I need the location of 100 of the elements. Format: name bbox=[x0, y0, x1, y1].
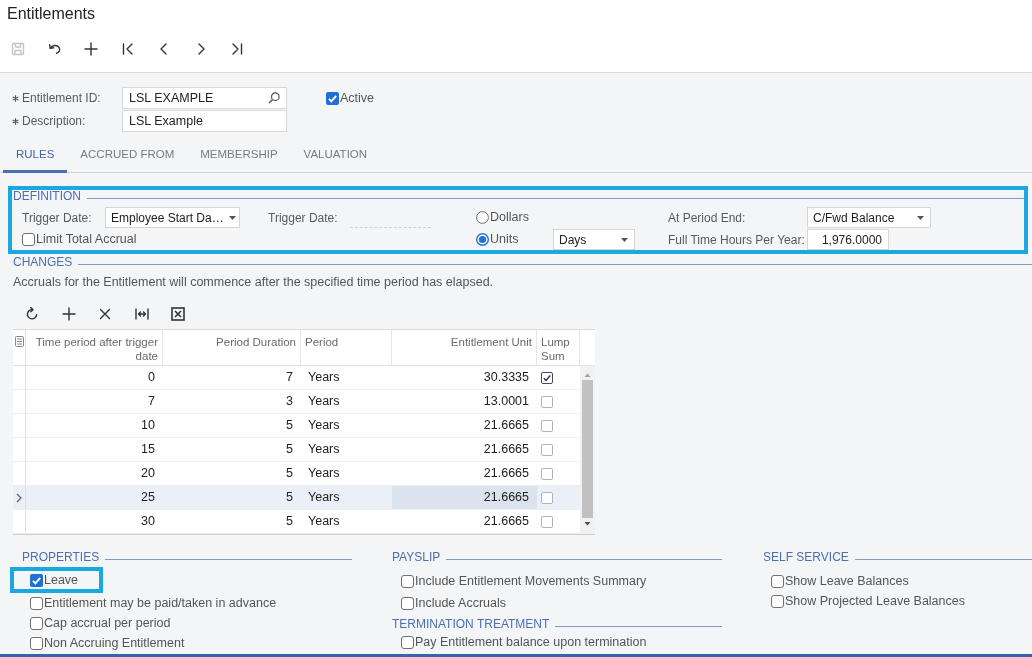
table-cell-text: 13.0001 bbox=[482, 393, 530, 410]
dropdown[interactable]: Employee Start Da… bbox=[105, 207, 240, 228]
checkbox[interactable] bbox=[401, 636, 414, 649]
checkbox[interactable] bbox=[541, 515, 553, 528]
dropdown[interactable]: C/Fwd Balance bbox=[807, 207, 931, 228]
radio-label: Dollars bbox=[490, 209, 529, 227]
radio-button[interactable] bbox=[476, 211, 489, 224]
checkbox[interactable] bbox=[541, 395, 553, 408]
checkbox[interactable] bbox=[541, 443, 553, 456]
page-title: Entitlements bbox=[6, 4, 97, 24]
column-header[interactable]: Entitlement Unit bbox=[392, 330, 537, 365]
table-row[interactable]: 0 7 Years 30.3335 bbox=[13, 366, 580, 390]
input-field[interactable]: 1,976.0000 bbox=[807, 229, 889, 250]
checkbox-label: Non Accruing Entitlement bbox=[44, 634, 185, 652]
table-cell-text: 30 bbox=[140, 513, 156, 530]
chevron-bar-right-icon bbox=[230, 42, 245, 56]
checkbox[interactable] bbox=[541, 419, 553, 432]
checkbox[interactable] bbox=[326, 91, 339, 105]
column-header[interactable]: Time period after trigger date bbox=[26, 330, 163, 365]
radio-label: Units bbox=[490, 231, 519, 249]
table-cell-text: Years bbox=[307, 465, 341, 482]
checkbox-label: Leave bbox=[44, 571, 79, 589]
table-cell-text: 21.6665 bbox=[482, 513, 530, 530]
table-cell-text: 21.6665 bbox=[482, 465, 530, 482]
checkbox-label: Limit Total Accrual bbox=[36, 231, 137, 249]
section-title: DEFINITION bbox=[13, 190, 81, 203]
tab[interactable]: RULES bbox=[3, 140, 68, 173]
caret-icon bbox=[621, 237, 628, 242]
checkbox-label: Show Leave Balances bbox=[785, 572, 909, 590]
tab[interactable]: ACCRUED FROM bbox=[67, 140, 188, 173]
dropdown[interactable]: Days bbox=[553, 229, 635, 250]
checkbox[interactable] bbox=[541, 371, 553, 384]
table-row[interactable]: 20 5 Years 21.6665 bbox=[13, 462, 580, 486]
list-icon[interactable] bbox=[14, 336, 24, 347]
checkbox[interactable] bbox=[30, 596, 43, 610]
lookup-field[interactable]: LSL EXAMPLE bbox=[122, 87, 287, 109]
checkbox-label: Include Accruals bbox=[415, 594, 507, 612]
table-cell-text: 0 bbox=[147, 369, 156, 386]
checkbox[interactable] bbox=[541, 491, 553, 504]
table-cell-text: 3 bbox=[285, 393, 294, 410]
section-title: CHANGES bbox=[13, 256, 73, 269]
table-cell-text: 21.6665 bbox=[482, 441, 530, 458]
checkbox-label: Pay Entitlement balance upon termination bbox=[415, 634, 647, 652]
tab[interactable]: VALUATION bbox=[290, 140, 381, 173]
table-cell-text: 10 bbox=[140, 417, 156, 434]
section-title: PAYSLIP bbox=[392, 551, 441, 564]
scrollbar[interactable] bbox=[580, 366, 595, 534]
circular-arrow-icon bbox=[25, 307, 40, 321]
table-cell-text: 30.3335 bbox=[482, 369, 530, 386]
table-cell-text: Years bbox=[307, 369, 341, 386]
checkbox[interactable] bbox=[541, 467, 553, 480]
curved-arrow-icon bbox=[47, 42, 62, 56]
checkbox[interactable] bbox=[771, 574, 784, 588]
chevron-right-icon bbox=[16, 492, 22, 503]
field-label: Description: bbox=[22, 113, 87, 130]
field-label: Trigger Date: bbox=[22, 209, 93, 227]
checkbox[interactable] bbox=[401, 596, 414, 610]
field-label: Trigger Date: bbox=[268, 209, 339, 227]
table-row[interactable]: 30 5 Years 21.6665 bbox=[13, 510, 580, 534]
checkbox-label: Show Projected Leave Balances bbox=[785, 592, 965, 610]
table-cell-text: 5 bbox=[285, 417, 294, 434]
checkbox[interactable] bbox=[30, 616, 43, 630]
search-icon[interactable] bbox=[268, 92, 280, 104]
cross-icon bbox=[98, 307, 113, 321]
input-field[interactable]: LSL Example bbox=[122, 110, 287, 132]
table-cell-text: 7 bbox=[285, 369, 294, 386]
table-row[interactable]: 7 3 Years 13.0001 bbox=[13, 390, 580, 414]
boxed-x-icon bbox=[171, 307, 186, 321]
table-cell-text: Years bbox=[307, 393, 341, 410]
column-header[interactable]: Period Duration bbox=[163, 330, 301, 365]
table-cell-text: Years bbox=[307, 513, 341, 530]
checkbox[interactable] bbox=[401, 574, 414, 588]
column-header[interactable]: Lump Sum bbox=[537, 330, 580, 365]
bracketed-arrows-icon bbox=[134, 307, 149, 321]
table-row[interactable]: 25 5 Years 21.6665 bbox=[13, 486, 580, 510]
table-cell-text: 25 bbox=[140, 489, 156, 506]
table-cell: 21.6665 bbox=[392, 486, 537, 509]
checkbox-label: Active bbox=[340, 89, 375, 107]
table-cell-text: 7 bbox=[147, 393, 156, 410]
column-header[interactable]: Period bbox=[301, 330, 392, 365]
field-label: At Period End: bbox=[668, 209, 747, 227]
checkbox[interactable] bbox=[30, 573, 43, 587]
table-cell-text: 5 bbox=[285, 441, 294, 458]
checkbox-label: Include Entitlement Movements Summary bbox=[415, 572, 647, 590]
table-cell-text: Years bbox=[307, 489, 341, 506]
table-cell-text: 5 bbox=[285, 513, 294, 530]
checkbox[interactable] bbox=[771, 594, 784, 608]
section-title: SELF SERVICE bbox=[763, 551, 849, 564]
table-cell-text: 15 bbox=[140, 441, 156, 458]
checkbox[interactable] bbox=[22, 233, 35, 246]
checkbox[interactable] bbox=[30, 636, 43, 650]
field-label: Full Time Hours Per Year: bbox=[668, 231, 806, 249]
field-label: Entitlement ID: bbox=[22, 90, 102, 107]
section-title: TERMINATION TREATMENT bbox=[392, 618, 550, 631]
table-cell-text: 20 bbox=[140, 465, 156, 482]
table-row[interactable]: 15 5 Years 21.6665 bbox=[13, 438, 580, 462]
table-row[interactable]: 10 5 Years 21.6665 bbox=[13, 414, 580, 438]
table-cell-text: 5 bbox=[285, 465, 294, 482]
radio-button[interactable] bbox=[476, 233, 489, 246]
tab[interactable]: MEMBERSHIP bbox=[187, 140, 291, 173]
